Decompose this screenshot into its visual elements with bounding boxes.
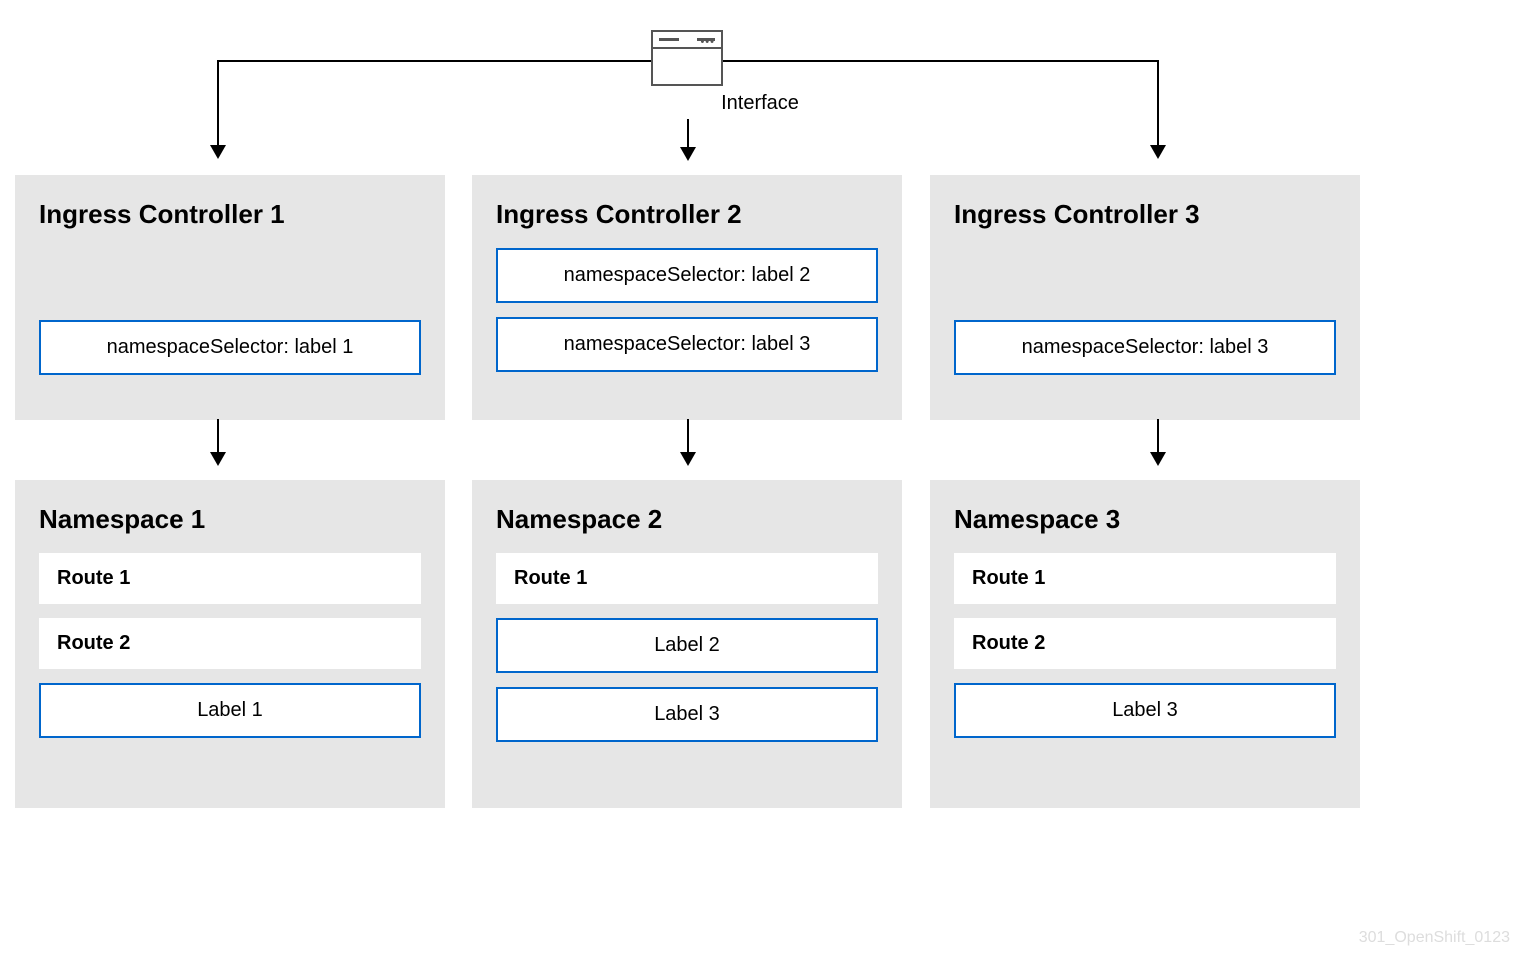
connector-line-left <box>217 60 651 62</box>
controller-title: Ingress Controller 3 <box>954 199 1336 230</box>
label-item: Label 2 <box>496 618 878 673</box>
namespace-selector: namespaceSelector: label 3 <box>496 317 878 372</box>
spacer <box>954 248 1336 320</box>
namespace-2-box: Namespace 2 Route 1 Label 2 Label 3 <box>472 480 902 808</box>
controller-title: Ingress Controller 2 <box>496 199 878 230</box>
ingress-controller-3-box: Ingress Controller 3 namespaceSelector: … <box>930 175 1360 420</box>
arrow-to-namespace-1 <box>217 419 219 464</box>
namespace-selector: namespaceSelector: label 2 <box>496 248 878 303</box>
footer-tag: 301_OpenShift_0123 <box>1359 929 1510 947</box>
arrow-to-controller-1 <box>217 60 219 157</box>
namespace-1-box: Namespace 1 Route 1 Route 2 Label 1 <box>15 480 445 808</box>
namespace-title: Namespace 3 <box>954 504 1336 535</box>
ingress-controller-2-box: Ingress Controller 2 namespaceSelector: … <box>472 175 902 420</box>
route-item: Route 2 <box>954 618 1336 669</box>
label-item: Label 3 <box>954 683 1336 738</box>
route-item: Route 1 <box>39 553 421 604</box>
arrow-to-controller-2 <box>687 119 689 159</box>
label-item: Label 3 <box>496 687 878 742</box>
arrow-to-controller-3 <box>1157 60 1159 157</box>
route-item: Route 1 <box>496 553 878 604</box>
namespace-selector: namespaceSelector: label 1 <box>39 320 421 375</box>
namespace-title: Namespace 1 <box>39 504 421 535</box>
interface-icon: ••• <box>651 30 723 86</box>
ingress-controller-1-box: Ingress Controller 1 namespaceSelector: … <box>15 175 445 420</box>
interface-label: Interface <box>721 92 799 115</box>
namespace-3-box: Namespace 3 Route 1 Route 2 Label 3 <box>930 480 1360 808</box>
diagram-canvas: ••• Interface Ingress Controller 1 names… <box>0 0 1520 965</box>
arrow-to-namespace-2 <box>687 419 689 464</box>
namespace-title: Namespace 2 <box>496 504 878 535</box>
label-item: Label 1 <box>39 683 421 738</box>
namespace-selector: namespaceSelector: label 3 <box>954 320 1336 375</box>
controller-title: Ingress Controller 1 <box>39 199 421 230</box>
spacer <box>39 248 421 320</box>
route-item: Route 1 <box>954 553 1336 604</box>
interface-divider-icon <box>653 47 721 49</box>
connector-line-right <box>723 60 1157 62</box>
route-item: Route 2 <box>39 618 421 669</box>
interface-dash-icon <box>659 38 679 41</box>
arrow-to-namespace-3 <box>1157 419 1159 464</box>
